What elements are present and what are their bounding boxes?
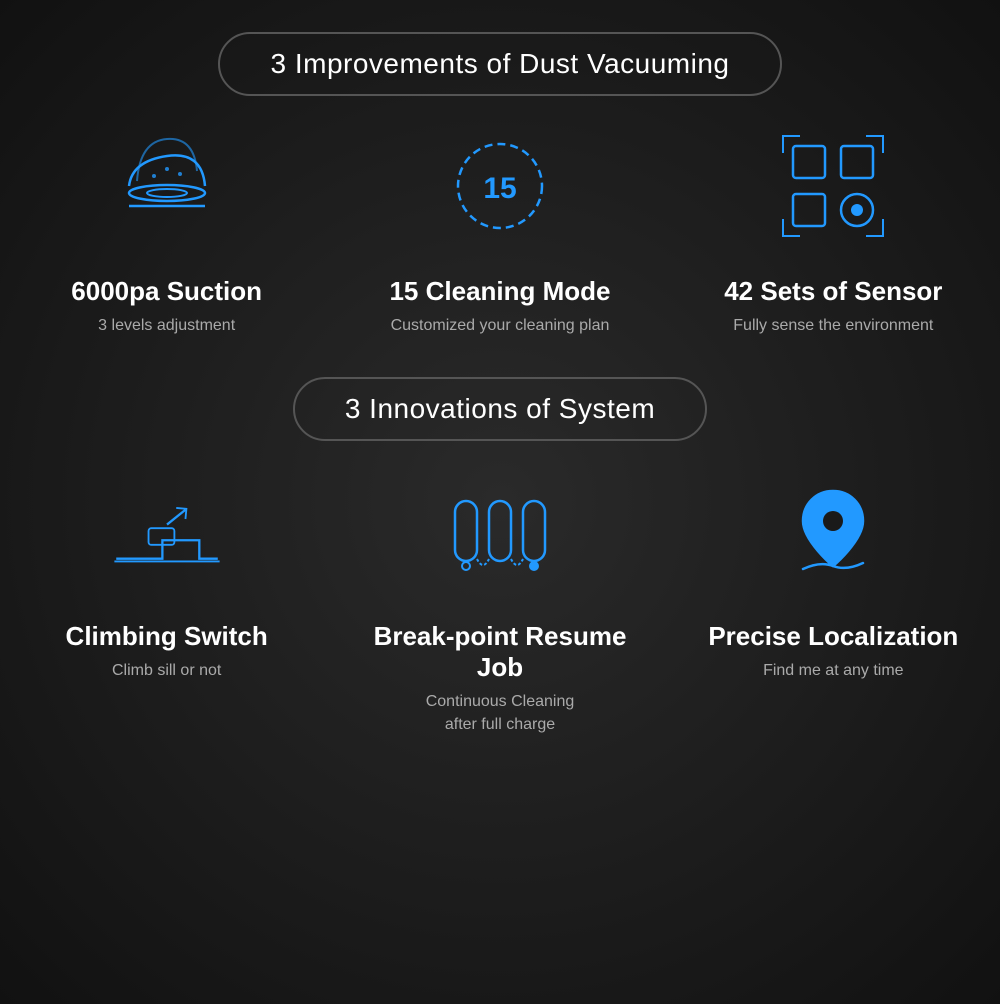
section1-badge: 3 Improvements of Dust Vacuuming [218,32,781,96]
locate-title: Precise Localization [708,621,958,652]
suction-subtitle: 3 levels adjustment [98,315,235,337]
sensor-subtitle: Fully sense the environment [733,315,933,337]
section-dust-vacuuming: 3 Improvements of Dust Vacuuming [0,0,1000,337]
mode-icon: 15 [450,136,550,236]
feature-resume: Break-point Resume Job Continuous Cleani… [333,471,666,736]
suction-title: 6000pa Suction [71,276,262,307]
resume-title: Break-point Resume Job [353,621,646,683]
feature-locate: Precise Localization Find me at any time [667,471,1000,682]
section2-badge-container: 3 Innovations of System [0,377,1000,441]
svg-text:15: 15 [483,172,516,205]
resume-icon-area [440,471,560,591]
locate-subtitle: Find me at any time [763,660,904,682]
feature-climb: Climbing Switch Climb sill or not [0,471,333,682]
locate-icon [778,481,888,581]
mode-icon-area: 15 [440,126,560,246]
section2-features-row: Climbing Switch Climb sill or not [0,471,1000,736]
climb-subtitle: Climb sill or not [112,660,221,682]
sensor-icon-area [773,126,893,246]
section1-badge-container: 3 Improvements of Dust Vacuuming [0,32,1000,96]
feature-mode: 15 15 Cleaning Mode Customized your clea… [333,126,666,337]
section-innovations: 3 Innovations of System Climbing Switch [0,337,1000,736]
resume-subtitle: Continuous Cleaning after full charge [426,691,575,736]
mode-subtitle: Customized your cleaning plan [391,315,610,337]
climb-title: Climbing Switch [66,621,268,652]
locate-icon-area [773,471,893,591]
sensor-title: 42 Sets of Sensor [724,276,942,307]
feature-sensor: 42 Sets of Sensor Fully sense the enviro… [667,126,1000,337]
mode-title: 15 Cleaning Mode [389,276,610,307]
section2-badge: 3 Innovations of System [293,377,707,441]
climb-icon-area [107,471,227,591]
resume-icon [445,481,555,581]
suction-icon [112,131,222,241]
feature-suction: 6000pa Suction 3 levels adjustment [0,126,333,337]
section1-features-row: 6000pa Suction 3 levels adjustment 15 15… [0,126,1000,337]
climb-icon [107,486,227,576]
sensor-icon [778,131,888,241]
suction-icon-area [107,126,227,246]
